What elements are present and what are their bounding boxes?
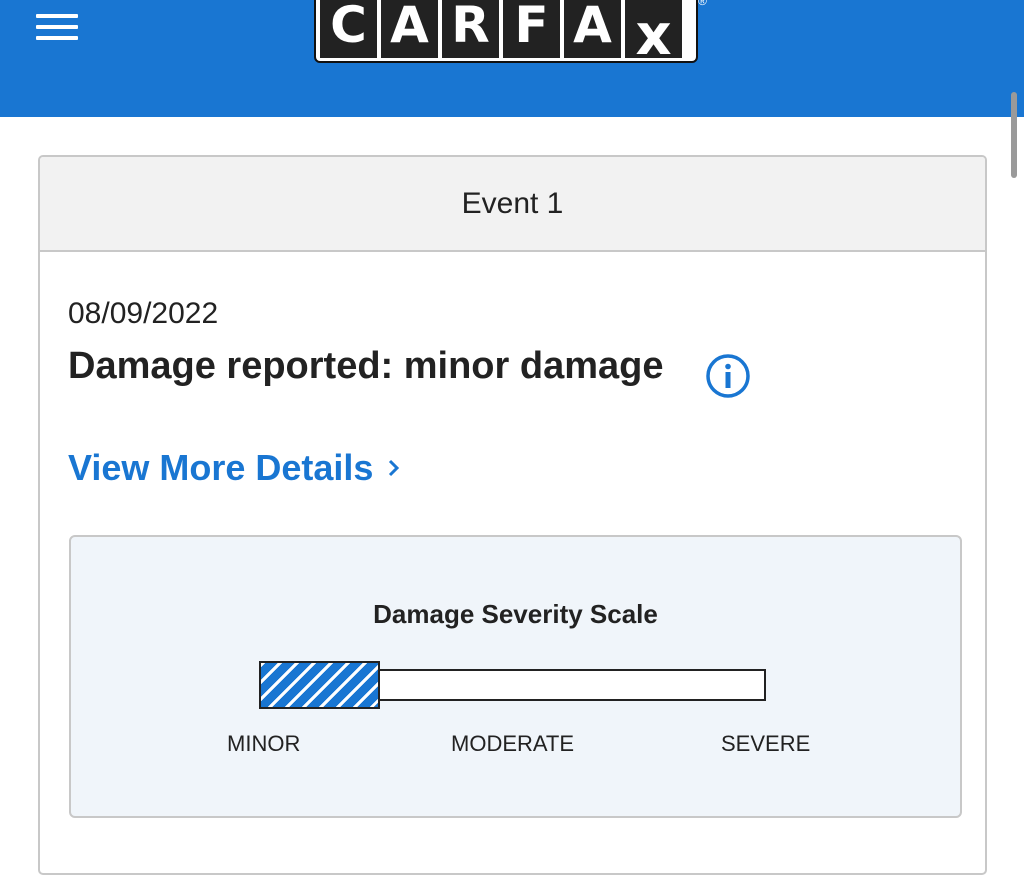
scale-label-severe: SEVERE — [721, 731, 811, 756]
chevron-right-icon — [389, 459, 400, 477]
event-card: Event 1 08/09/2022 Damage reported: mino… — [38, 155, 987, 875]
top-app-bar: C A R F A x ® — [0, 0, 1024, 117]
damage-reported-text: Damage reported: minor damage — [68, 345, 664, 387]
logo-letter: C — [320, 0, 377, 58]
info-circle-icon[interactable] — [705, 353, 751, 399]
damage-severity-scale: Damage Severity Scale MINOR MODERATE SEV… — [69, 535, 962, 818]
scrollbar-thumb[interactable] — [1011, 92, 1017, 178]
scale-label-moderate: MODERATE — [451, 731, 575, 756]
event-card-header: Event 1 — [40, 157, 985, 252]
scale-label-minor: MINOR — [227, 731, 301, 756]
event-title: Event 1 — [461, 186, 564, 220]
logo-letter: x — [625, 0, 682, 68]
registered-mark: ® — [698, 0, 707, 8]
view-more-details-link[interactable]: View More Details — [68, 447, 401, 489]
logo-letter: A — [381, 0, 438, 58]
view-more-details-label: View More Details — [68, 447, 374, 488]
hamburger-menu-icon[interactable] — [34, 12, 80, 44]
severity-fill-minor — [259, 661, 380, 709]
carfax-logo[interactable]: C A R F A x — [314, 0, 698, 68]
logo-letter: R — [442, 0, 499, 58]
scale-title: Damage Severity Scale — [373, 599, 658, 629]
logo-letter: F — [503, 0, 560, 58]
logo-letter: A — [564, 0, 621, 58]
event-date: 08/09/2022 — [68, 297, 219, 330]
